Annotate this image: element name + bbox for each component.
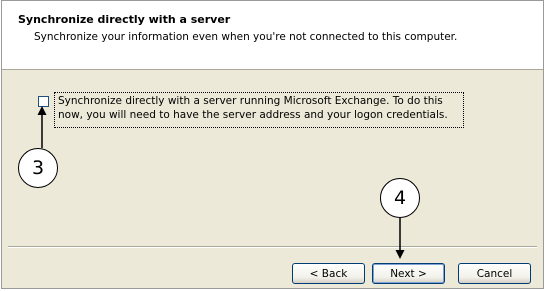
- back-button[interactable]: < Back: [292, 263, 365, 284]
- wizard-header: Synchronize directly with a server Synch…: [2, 1, 543, 70]
- sync-server-checkbox[interactable]: [38, 96, 49, 107]
- page-subtitle: Synchronize your information even when y…: [34, 31, 458, 43]
- wizard-dialog: Synchronize directly with a server Synch…: [1, 0, 544, 289]
- button-divider: [8, 246, 537, 248]
- step-3-callout: 3: [18, 148, 58, 188]
- page-title: Synchronize directly with a server: [18, 13, 231, 26]
- cancel-button[interactable]: Cancel: [458, 263, 531, 284]
- sync-server-checkbox-label[interactable]: Synchronize directly with a server runni…: [54, 92, 464, 128]
- step-4-callout: 4: [380, 178, 420, 218]
- next-button[interactable]: Next >: [372, 263, 445, 284]
